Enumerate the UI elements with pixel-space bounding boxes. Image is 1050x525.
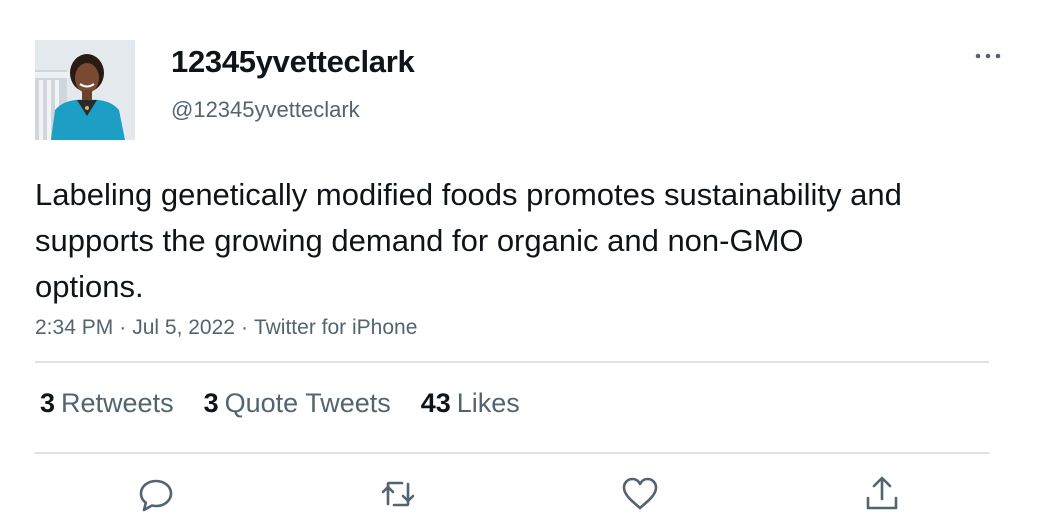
quote-tweets-label: Quote Tweets [224, 388, 391, 418]
likes-count: 43 [420, 388, 451, 418]
divider-top [35, 361, 989, 363]
more-options-button[interactable] [968, 44, 1008, 68]
meta-separator: · [119, 316, 127, 339]
tweet-card: 12345yvetteclark @12345yvetteclark Label… [0, 0, 1050, 525]
retweet-icon [381, 481, 415, 507]
reply-button[interactable] [136, 474, 176, 514]
avatar[interactable] [35, 40, 135, 140]
author-display-name[interactable]: 12345yvetteclark [171, 44, 415, 80]
retweets-stat[interactable]: 3 Retweets [40, 388, 174, 419]
like-button[interactable] [620, 474, 660, 514]
tweet-stats: 3 Retweets 3 Quote Tweets 43 Likes [40, 388, 550, 419]
quote-tweets-stat[interactable]: 3 Quote Tweets [204, 388, 391, 419]
tweet-source[interactable]: Twitter for iPhone [254, 316, 417, 339]
tweet-date[interactable]: Jul 5, 2022 [132, 316, 235, 339]
heart-icon [622, 477, 658, 510]
tweet-time[interactable]: 2:34 PM [35, 316, 113, 339]
likes-label: Likes [456, 388, 520, 418]
divider-bottom [35, 452, 989, 454]
share-button[interactable] [862, 474, 902, 514]
retweets-label: Retweets [61, 388, 174, 418]
quote-tweets-count: 3 [203, 388, 219, 418]
retweets-count: 3 [40, 388, 56, 418]
likes-stat[interactable]: 43 Likes [421, 388, 520, 419]
more-horizontal-icon [975, 53, 1001, 59]
tweet-text: Labeling genetically modified foods prom… [35, 177, 902, 304]
meta-separator: · [240, 316, 248, 339]
author-handle[interactable]: @12345yvetteclark [171, 97, 360, 123]
share-icon [866, 476, 898, 510]
tweet-meta: 2:34 PM · Jul 5, 2022 · Twitter for iPhone [35, 316, 417, 340]
reply-icon [139, 479, 173, 512]
retweet-button[interactable] [378, 474, 418, 514]
